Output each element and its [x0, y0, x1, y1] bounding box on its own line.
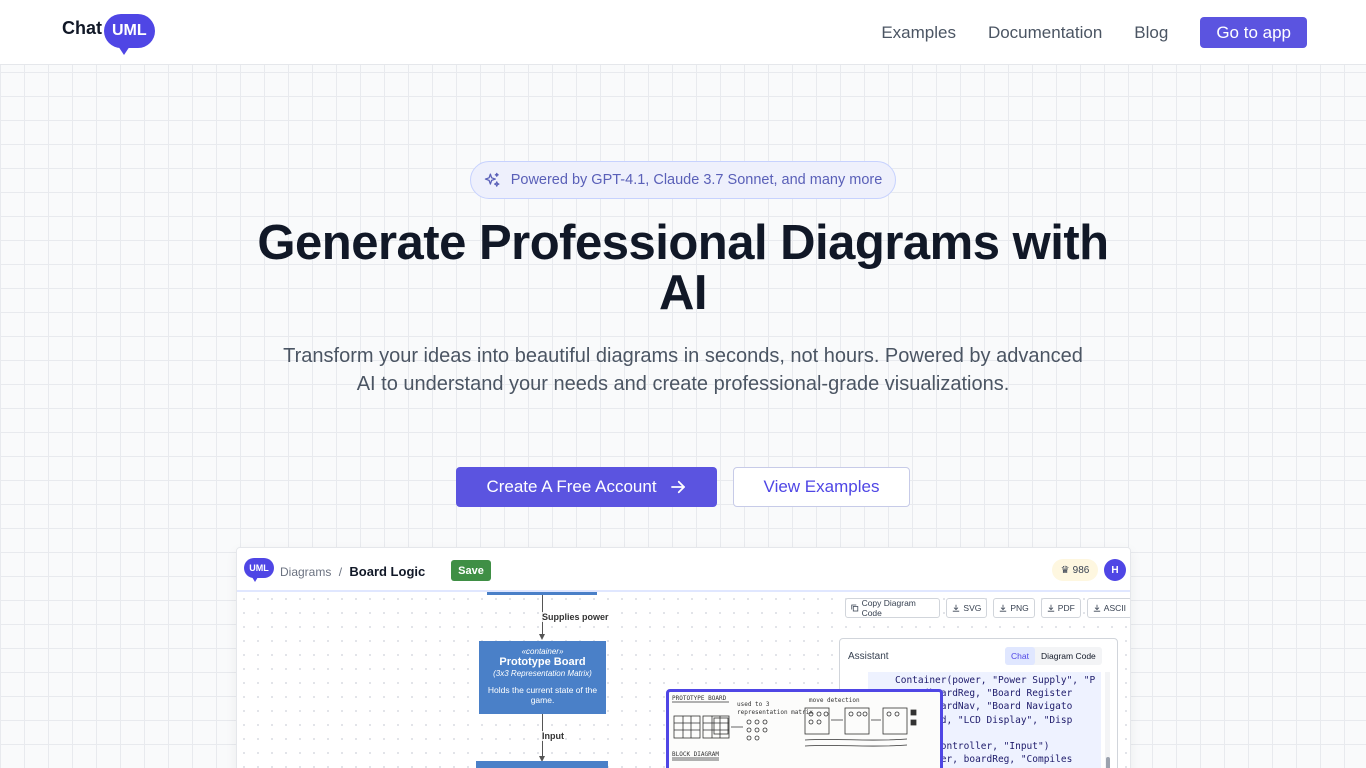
- logo-text: Chat: [62, 17, 102, 38]
- sketch-label-prototype-board: PROTOTYPE BOARD: [672, 695, 727, 702]
- hand-drawn-sketch-image: PROTOTYPE BOARD BLOCK DIAGRAM move detec…: [672, 695, 917, 761]
- copy-icon: [851, 604, 859, 612]
- view-examples-button[interactable]: View Examples: [733, 467, 910, 507]
- hero-title-line-1: Generate Professional Diagrams with: [257, 216, 1109, 270]
- arrowhead-icon: [539, 634, 545, 640]
- node-title: Prototype Board: [499, 656, 586, 668]
- breadcrumb: Diagrams / Board Logic: [280, 564, 425, 579]
- preview-header: UML Diagrams / Board Logic Save ♛ 986 H: [237, 548, 1130, 592]
- code-line: Container(power, "Power Supply", "P: [895, 675, 1096, 686]
- crown-icon: ♛: [1060, 564, 1070, 576]
- export-svg-label: SVG: [963, 603, 982, 613]
- chatuml-logo[interactable]: Chat UML: [62, 12, 155, 55]
- code-scrollbar-thumb[interactable]: [1106, 757, 1110, 768]
- breadcrumb-diagrams[interactable]: Diagrams: [280, 565, 331, 579]
- prototype-board-node[interactable]: «container» Prototype Board (3x3 Represe…: [479, 641, 606, 714]
- sketch-note-used-to: used to 3: [737, 701, 770, 708]
- sparkles-icon: [484, 172, 500, 187]
- logo-bubble-icon: UML: [104, 14, 155, 55]
- top-navbar: Chat UML Examples Documentation Blog Go …: [0, 0, 1366, 65]
- breadcrumb-separator: /: [338, 565, 343, 579]
- sketch-image[interactable]: PROTOTYPE BOARD BLOCK DIAGRAM move detec…: [666, 689, 943, 768]
- download-icon: [1000, 604, 1007, 612]
- node-stereotype: «container»: [521, 647, 564, 656]
- export-toolbar: Copy Diagram Code SVG PNG PDF ASCII: [845, 598, 1130, 618]
- export-ascii-button[interactable]: ASCII: [1086, 598, 1130, 618]
- download-icon: [953, 604, 960, 612]
- sketch-note-representation: representation matrix: [737, 709, 813, 716]
- go-to-app-button[interactable]: Go to app: [1200, 17, 1307, 48]
- app-preview: UML Diagrams / Board Logic Save ♛ 986 H …: [236, 547, 1131, 768]
- export-pdf-button[interactable]: PDF: [1040, 598, 1081, 618]
- tab-diagram-code[interactable]: Diagram Code: [1035, 647, 1102, 665]
- powered-by-badge: Powered by GPT-4.1, Claude 3.7 Sonnet, a…: [470, 161, 896, 199]
- save-button[interactable]: Save: [451, 560, 491, 581]
- credits-count: 986: [1072, 564, 1090, 576]
- diagram-canvas[interactable]: Supplies power «container» Prototype Boa…: [237, 592, 1130, 768]
- breadcrumb-current: Board Logic: [349, 564, 426, 579]
- hero-title-line-2: AI: [659, 266, 708, 320]
- export-png-button[interactable]: PNG: [993, 598, 1035, 618]
- download-icon: [1047, 604, 1054, 612]
- sketch-note-move-detection: move detection: [809, 697, 860, 704]
- hero-subtitle: Transform your ideas into beautiful diag…: [283, 345, 1083, 395]
- badge-text: Powered by GPT-4.1, Claude 3.7 Sonnet, a…: [510, 172, 883, 188]
- download-icon: [1093, 604, 1100, 612]
- nav-link-blog[interactable]: Blog: [1134, 23, 1168, 43]
- preview-logo-icon[interactable]: UML: [244, 558, 274, 582]
- credits-badge[interactable]: ♛ 986: [1052, 559, 1098, 581]
- export-ascii-label: ASCII: [1103, 603, 1126, 613]
- tab-chat[interactable]: Chat: [1005, 647, 1035, 665]
- node-subtitle: (3x3 Representation Matrix): [493, 669, 592, 678]
- nav-link-documentation[interactable]: Documentation: [988, 23, 1102, 43]
- nav-link-examples[interactable]: Examples: [881, 23, 956, 43]
- hero-title: Generate Professional Diagrams with AI: [183, 218, 1183, 318]
- sketch-label-block-diagram: BLOCK DIAGRAM: [672, 751, 719, 758]
- code-scrollbar-track[interactable]: [1105, 672, 1110, 768]
- edge-label-input: Input: [542, 731, 564, 741]
- create-account-button[interactable]: Create A Free Account: [456, 467, 717, 507]
- main-nav: Examples Documentation Blog Go to app: [849, 17, 1307, 48]
- assistant-title: Assistant: [848, 651, 889, 662]
- node-description: Holds the current state of the game.: [487, 685, 598, 705]
- arrow-right-icon: [670, 480, 685, 494]
- copy-diagram-code-button[interactable]: Copy Diagram Code: [845, 598, 941, 618]
- edge-label-supplies-power: Supplies power: [542, 612, 609, 622]
- assistant-tabs: Chat Diagram Code: [1005, 647, 1102, 665]
- controller-node[interactable]: [476, 761, 608, 768]
- export-png-label: PNG: [1010, 603, 1029, 613]
- copy-diagram-code-label: Copy Diagram Code: [861, 598, 916, 618]
- export-pdf-label: PDF: [1057, 603, 1075, 613]
- user-avatar[interactable]: H: [1104, 559, 1126, 581]
- export-svg-button[interactable]: SVG: [946, 598, 988, 618]
- create-account-label: Create A Free Account: [486, 477, 657, 496]
